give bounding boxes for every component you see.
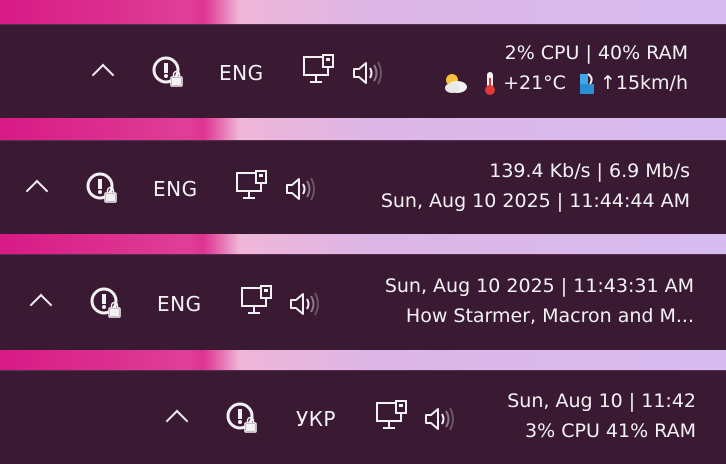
wallpaper-strip [0,118,726,140]
date-time-text: Sun, Aug 10 2025 | 11:43:31 AM [384,275,694,297]
ethernet-monitor-icon[interactable] [375,400,409,434]
language-indicator[interactable]: ENG [219,61,264,85]
chevron-up-icon[interactable] [25,179,49,203]
speaker-icon[interactable] [284,175,316,203]
security-lock-icon[interactable] [85,171,119,205]
date-time-text: Sun, Aug 10 | 11:42 [507,390,696,412]
wallpaper-strip [0,0,726,24]
taskbar-tray-variant-2: ENG 139.4 Kb/s | 6.9 Mb/s Sun, Aug 10 20… [0,140,726,234]
wallpaper-strip [0,350,726,370]
tray-info-block[interactable]: 139.4 Kb/s | 6.9 Mb/s Sun, Aug 10 2025 |… [381,156,690,216]
taskbar-tray-variant-4: УКР Sun, Aug 10 | 11:42 3% CPU 41% RAM [0,370,726,464]
wind-icon [579,73,594,94]
language-indicator[interactable]: ENG [157,292,202,316]
chevron-up-icon[interactable] [165,409,189,433]
news-headline-text: How Starmer, Macron and M... [405,305,694,327]
wallpaper-strip [0,234,726,254]
thermometer-icon [485,72,496,95]
language-indicator[interactable]: ENG [153,177,198,201]
tray-info-block[interactable]: Sun, Aug 10 2025 | 11:43:31 AM How Starm… [385,271,694,331]
language-indicator[interactable]: УКР [296,407,336,431]
speaker-icon[interactable] [423,405,455,433]
ethernet-monitor-icon[interactable] [240,285,274,319]
network-speed-text: 139.4 Kb/s | 6.9 Mb/s [489,160,690,182]
speaker-icon[interactable] [288,290,320,318]
wind-text: ↑15km/h [599,72,688,94]
temperature-text: +21°C [503,72,566,94]
security-lock-icon[interactable] [151,55,185,89]
cpu-ram-text: 2% CPU | 40% RAM [504,42,688,64]
partly-cloudy-icon [445,74,468,93]
taskbar-tray-variant-3: ENG Sun, Aug 10 2025 | 11:43:31 AM How S… [0,254,726,350]
tray-info-block[interactable]: Sun, Aug 10 | 11:42 3% CPU 41% RAM [507,386,696,446]
ethernet-monitor-icon[interactable] [302,54,336,88]
speaker-icon[interactable] [351,59,383,87]
weather-line: +21°C ↑15km/h [441,68,688,98]
date-time-text: Sun, Aug 10 2025 | 11:44:44 AM [380,190,690,212]
security-lock-icon[interactable] [89,286,123,320]
chevron-up-icon[interactable] [91,63,115,87]
ethernet-monitor-icon[interactable] [235,170,269,204]
security-lock-icon[interactable] [225,401,259,435]
taskbar-tray-variant-1: ENG 2% CPU | 40% RAM +21°C ↑15km/h [0,24,726,118]
chevron-up-icon[interactable] [29,293,53,317]
cpu-ram-text: 3% CPU 41% RAM [525,420,696,442]
tray-info-block[interactable]: 2% CPU | 40% RAM +21°C ↑15km/h [441,38,688,98]
